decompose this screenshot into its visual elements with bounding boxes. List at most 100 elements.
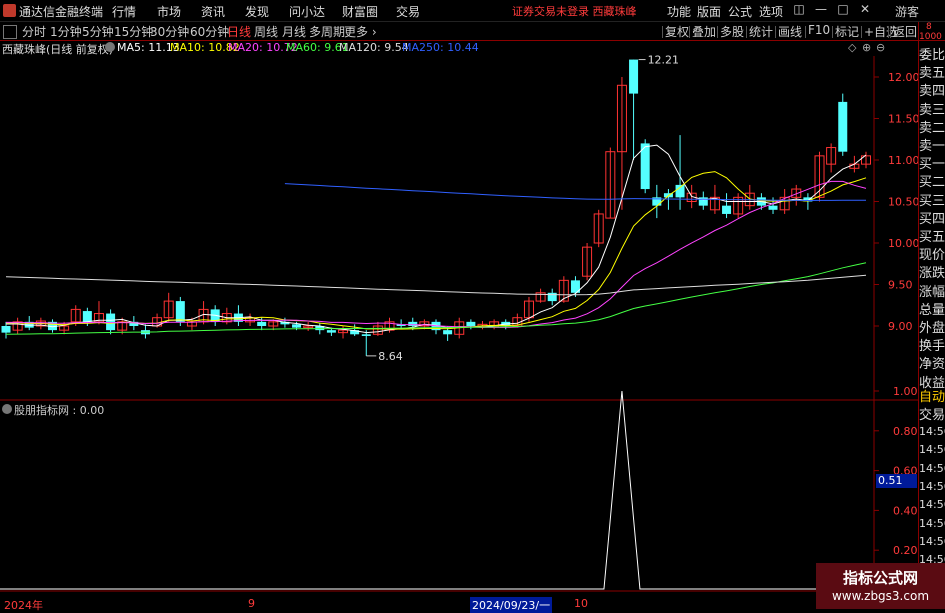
candle-body: [292, 324, 302, 328]
toolbar-button-5[interactable]: F10: [808, 23, 830, 37]
candle-body: [1, 326, 11, 333]
quote-item-8[interactable]: 买三: [919, 190, 945, 209]
quote-item-0[interactable]: 委比: [919, 44, 945, 63]
period-7[interactable]: 周线: [254, 23, 278, 40]
candle-body: [722, 205, 732, 214]
candle-body: [361, 334, 371, 336]
trade-time-4: 14:56: [919, 498, 945, 512]
toolbar-sep: [662, 26, 663, 38]
y-tick-label: 9.00: [888, 320, 913, 333]
watermark-title: 指标公式网: [842, 569, 918, 587]
toolbar-sep: [689, 26, 690, 38]
period-9[interactable]: 多周期: [309, 23, 345, 40]
close-icon[interactable]: ✕: [857, 2, 873, 18]
quote-item-11[interactable]: 现价: [919, 244, 945, 263]
quote-item-6[interactable]: 买一: [919, 153, 945, 172]
quote-item-10[interactable]: 买五: [919, 226, 945, 245]
toolbar-button-4[interactable]: 画线: [778, 23, 802, 40]
toolbar-sep: [861, 26, 862, 38]
candle-body: [175, 301, 185, 322]
trade-time-5: 14:56: [919, 516, 945, 530]
menu-gongshi[interactable]: 公式: [728, 3, 752, 20]
trade-time-2: 14:56: [919, 461, 945, 475]
quote-item-3[interactable]: 卖三: [919, 99, 945, 118]
menu-xuanxiang[interactable]: 选项: [759, 3, 783, 20]
toolbar-sep: [805, 26, 806, 38]
corner-top: 8: [926, 22, 932, 32]
restore-icon[interactable]: ◫: [791, 2, 807, 18]
quote-item-15[interactable]: 外盘: [919, 317, 945, 336]
candle-body: [768, 205, 778, 210]
quote-item-7[interactable]: 买二: [919, 171, 945, 190]
ind-y-tick-label: 1.00: [893, 385, 918, 398]
y-tick-label: 11.00: [888, 154, 920, 167]
quote-item-5[interactable]: 卖一: [919, 135, 945, 154]
watermark-url: www.zbgs3.com: [831, 589, 930, 603]
quote-item-1[interactable]: 卖五: [919, 62, 945, 81]
toolbar-sep: [717, 26, 718, 38]
toolbar-sep: [746, 26, 747, 38]
period-2[interactable]: 5分钟: [82, 23, 114, 40]
quote-item-13[interactable]: 涨幅: [919, 281, 945, 300]
menu-caifuquan[interactable]: 财富圈: [342, 3, 378, 20]
menu-gongneng[interactable]: 功能: [667, 3, 691, 20]
menu-zixun[interactable]: 资讯: [201, 3, 225, 20]
minimize-icon[interactable]: —: [813, 2, 829, 18]
x-label-oct: 10: [574, 597, 588, 610]
menu-wenxiaoda[interactable]: 问小达: [289, 3, 325, 20]
trade-time-0: 14:56: [919, 425, 945, 438]
quote-item-16[interactable]: 换手: [919, 335, 945, 354]
toolbar-button-6[interactable]: 标记: [835, 23, 859, 40]
candle-body: [675, 184, 685, 198]
period-3[interactable]: 15分钟: [114, 23, 153, 40]
ma-line-ma120: [5, 274, 867, 296]
user-label[interactable]: 游客: [895, 3, 919, 20]
menu-jiaoyi[interactable]: 交易: [396, 3, 420, 20]
toolbar-button-3[interactable]: 统计: [749, 23, 773, 40]
candle-body: [106, 313, 116, 331]
maximize-icon[interactable]: □: [835, 2, 851, 18]
x-label-sep: 9: [248, 597, 255, 610]
panel-tab-1[interactable]: 交易: [919, 404, 945, 423]
period-10[interactable]: 更多 ›: [344, 23, 377, 40]
toolbar-button-2[interactable]: 多股: [720, 23, 744, 40]
period-1[interactable]: 1分钟: [50, 23, 82, 40]
candle-body: [326, 330, 336, 333]
quote-item-9[interactable]: 买四: [919, 208, 945, 227]
quote-item-17[interactable]: 净资: [919, 353, 945, 372]
menu-banmian[interactable]: 版面: [697, 3, 721, 20]
indicator-settings-icon[interactable]: [2, 404, 12, 414]
period-0[interactable]: 分时: [22, 23, 46, 40]
toolbar-button-8[interactable]: 返回: [893, 23, 917, 40]
quote-item-4[interactable]: 卖二: [919, 117, 945, 136]
quote-item-2[interactable]: 卖四: [919, 80, 945, 99]
ma-line-ma250: [284, 183, 867, 202]
menu-hangqing[interactable]: 行情: [112, 3, 136, 20]
y-tick-label: 10.50: [888, 196, 920, 209]
y-tick-label: 11.50: [888, 113, 920, 126]
period-8[interactable]: 月线: [282, 23, 306, 40]
kline-chart[interactable]: 9.00 9.50 10.00 10.50 11.00 11.50 12.00 12.21 8.…: [0, 40, 945, 609]
period-6[interactable]: 日线: [227, 23, 251, 40]
menu-shichang[interactable]: 市场: [157, 3, 181, 20]
x-label-year: 2024年: [4, 599, 43, 612]
quote-item-14[interactable]: 总量: [919, 299, 945, 318]
ind-y-tick-label: 0.40: [893, 504, 918, 517]
ma-line-ma10: [6, 171, 867, 330]
trade-time-6: 14:56: [919, 534, 945, 548]
corner-bottom: 1000: [919, 32, 942, 42]
period-5[interactable]: 60分钟: [190, 23, 229, 40]
period-row: 分时 1分钟 5分钟 15分钟 30分钟 60分钟 日线 周线 月线 多周期 更多 › 复权 叠加 多股统…: [0, 23, 945, 40]
toolbar-button-0[interactable]: 复权: [665, 23, 689, 40]
layout-icon[interactable]: [3, 25, 17, 39]
menu-faxian[interactable]: 发现: [245, 3, 269, 20]
toolbar-button-1[interactable]: 叠加: [692, 23, 716, 40]
quote-item-12[interactable]: 涨跌: [919, 262, 945, 281]
ind-y-tick-label: 0.20: [893, 544, 918, 557]
period-4[interactable]: 30分钟: [150, 23, 189, 40]
panel-tab-0[interactable]: 自动: [919, 386, 945, 405]
candle-body: [466, 321, 476, 326]
candle-body: [443, 330, 453, 335]
candle-body: [408, 321, 418, 326]
toolbar-sep: [890, 26, 891, 38]
